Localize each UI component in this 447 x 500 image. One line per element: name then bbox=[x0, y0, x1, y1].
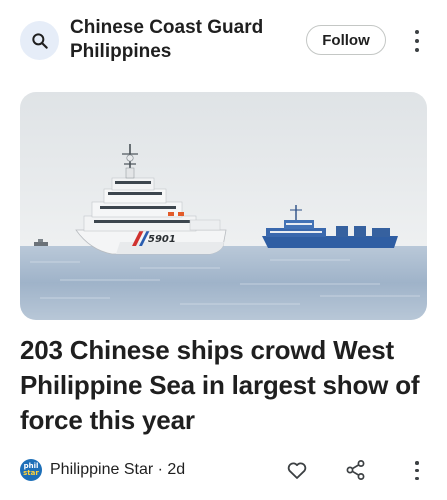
follow-button[interactable]: Follow bbox=[306, 25, 386, 55]
philstar-logo: phil star bbox=[20, 459, 42, 481]
article-headline[interactable]: 203 Chinese ships crowd West Philippine … bbox=[20, 333, 435, 438]
share-icon[interactable] bbox=[344, 458, 368, 482]
article-image[interactable]: 5901 bbox=[20, 92, 427, 320]
source-row: phil star Philippine Star · 2d bbox=[0, 452, 447, 488]
search-icon[interactable] bbox=[20, 21, 59, 60]
topic-title[interactable]: Chinese Coast Guard Philippines bbox=[70, 16, 295, 64]
heart-outline-icon[interactable] bbox=[285, 458, 309, 482]
topic-header: Chinese Coast Guard Philippines Follow bbox=[0, 0, 447, 82]
ships-photo: 5901 bbox=[20, 92, 427, 320]
svg-text:5901: 5901 bbox=[148, 234, 176, 245]
more-vert-icon[interactable] bbox=[407, 30, 427, 52]
source-meta: Philippine Star · 2d bbox=[50, 461, 186, 478]
more-vert-icon[interactable] bbox=[407, 461, 427, 480]
